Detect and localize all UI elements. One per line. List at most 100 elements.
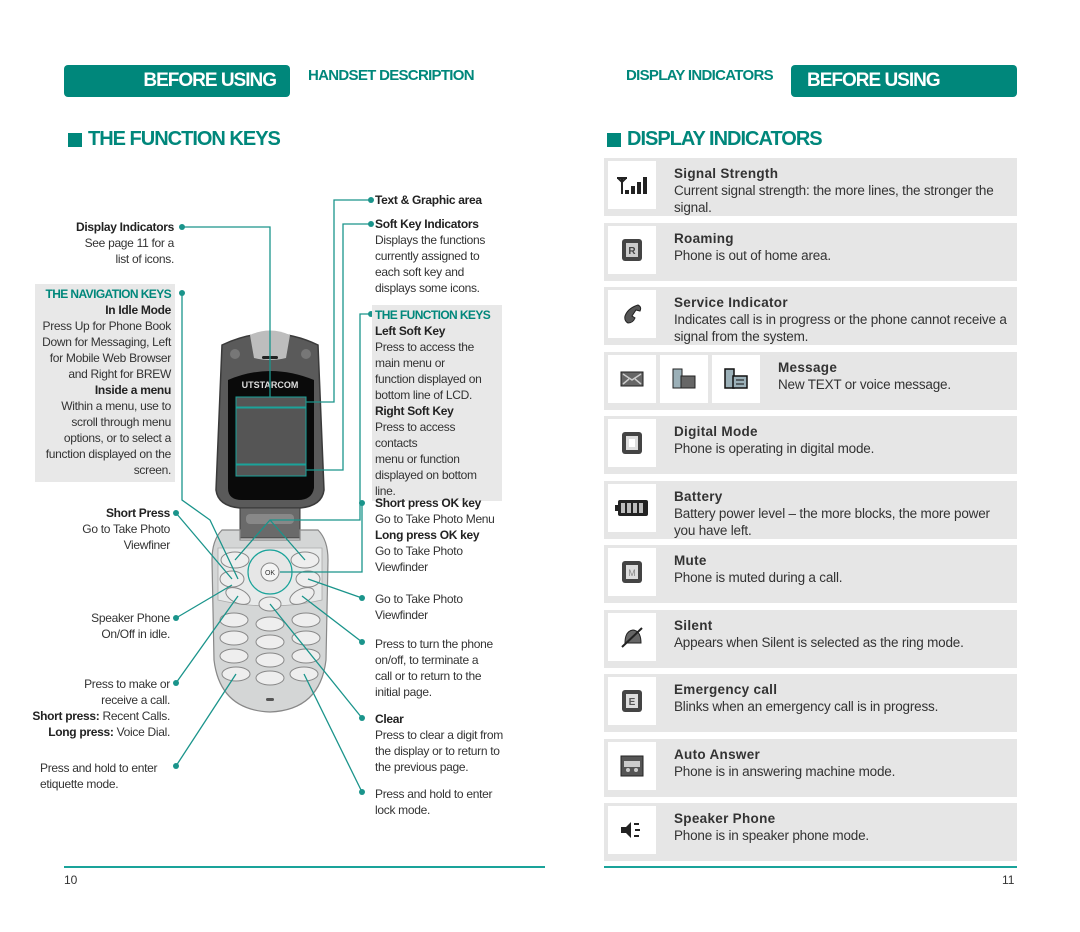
callout-line: Viewfinder [375, 608, 428, 622]
callout-line: Viewfinder [375, 560, 428, 574]
callout-line: Press to clear a digit from [375, 728, 503, 742]
callout-title: Text & Graphic area [375, 193, 482, 207]
indicator-list: Signal Strength Current signal strength: … [604, 158, 1017, 868]
indicator-desc: Phone is in speaker phone mode. [674, 828, 869, 843]
page-number-left: 10 [64, 873, 78, 887]
callout-title: Short press OK key [375, 496, 481, 510]
signal-strength-icon [608, 161, 656, 209]
indicator-title: Speaker Phone [674, 811, 776, 826]
callout-line: lock mode. [375, 803, 431, 817]
indicator-row: R Roaming Phone is out of home area. [604, 222, 1017, 281]
indicator-row: Service Indicator Indicates call is in pr… [604, 287, 1017, 345]
callout-line: Press and hold to enter [375, 787, 493, 801]
callout-line: Speaker Phone [91, 611, 170, 625]
indicator-title: Message [778, 359, 838, 375]
indicator-row: Silent Appears when Silent is selected as… [604, 609, 1017, 668]
svg-text:M: M [628, 568, 636, 578]
indicator-title: Silent [674, 617, 713, 633]
callout-clear-key: Clear Press to clear a digit from the di… [375, 711, 520, 775]
callout-short-press: Short Press Go to Take Photo Viewfiner [40, 505, 170, 553]
indicator-title: Digital Mode [674, 424, 758, 439]
callout-line: for Mobile Web Browser [49, 351, 172, 365]
callout-line: call or to return to the [375, 669, 482, 683]
callout-line: options, or to select a [63, 431, 171, 445]
callout-line: Viewfiner [123, 538, 171, 552]
roaming-icon: R [608, 225, 656, 274]
callout-line: scroll through menu [71, 415, 171, 429]
callout-line: list of icons. [115, 252, 175, 266]
callout-send-key: Press to make or receive a call. Short p… [20, 676, 170, 740]
callout-value: Recent Calls. [99, 709, 171, 723]
callout-speaker-phone: Speaker Phone On/Off in idle. [40, 610, 170, 642]
callout-title: Soft Key Indicators [375, 217, 479, 231]
callout-display-indicators: Display Indicators See page 11 for a lis… [40, 219, 174, 267]
callout-etiquette: Press and hold to enter etiquette mode. [40, 760, 170, 792]
indicator-row: Speaker Phone Phone is in speaker phone m… [604, 803, 1017, 861]
callout-line: main menu or [375, 356, 445, 370]
callout-line: Within a menu, use to [61, 399, 171, 413]
callout-line: the previous page. [375, 760, 469, 774]
callout-function-keys: THE FUNCTION KEYS Left Soft Key Press to… [372, 305, 502, 501]
indicator-title: Auto Answer [674, 746, 761, 762]
callout-line: Go to Take Photo [375, 592, 463, 606]
indicator-row: Digital Mode Phone is operating in digita… [604, 416, 1017, 474]
callout-subtitle: Inside a menu [94, 383, 171, 397]
callout-line: each soft key and [375, 265, 464, 279]
footer-rule-right [604, 866, 1017, 868]
indicator-row: Message New TEXT or voice message. [604, 351, 1017, 410]
callout-line: displays some icons. [375, 281, 480, 295]
callout-subtitle: Right Soft Key [375, 404, 454, 418]
callout-value: Voice Dial. [113, 725, 171, 739]
indicator-title: Emergency call [674, 682, 778, 697]
callout-line: displayed on bottom [375, 468, 477, 482]
indicator-row: Auto Answer Phone is in answering machine… [604, 738, 1017, 797]
callout-line: See page 11 for a [84, 236, 175, 250]
digital-mode-icon [608, 419, 656, 467]
callout-line: Displays the functions [375, 233, 486, 247]
indicator-desc: Indicates call is in progress or the pho… [674, 312, 1007, 344]
callout-line: receive a call. [101, 693, 170, 707]
callout-line: Press and hold to enter [40, 761, 158, 775]
indicator-row: E Emergency call Blinks when an emergency… [604, 674, 1017, 732]
indicator-row: M Mute Phone is muted during a call. [604, 545, 1017, 603]
callout-line: the display or to return to [375, 744, 500, 758]
callout-line: Press Up for Phone Book [42, 319, 171, 333]
indicator-title: Mute [674, 553, 707, 568]
indicator-desc: Battery power level – the more blocks, t… [674, 505, 990, 538]
callout-text-graphic-area: Text & Graphic area [375, 192, 482, 208]
callout-navigation-keys: THE NAVIGATION KEYS In Idle Mode Press U… [35, 284, 175, 482]
emergency-call-icon: E [608, 677, 656, 725]
callout-title: Long press OK key [375, 528, 480, 542]
callout-line: initial page. [375, 685, 432, 699]
callout-lock-key: Press and hold to enter lock mode. [375, 786, 515, 818]
mute-icon: M [608, 548, 656, 596]
callout-line: etiquette mode. [40, 777, 119, 791]
callout-label: Long press: [48, 725, 114, 739]
callout-subtitle: In Idle Mode [105, 303, 171, 317]
silent-icon [608, 612, 656, 661]
indicator-title: Battery [674, 488, 723, 504]
svg-text:R: R [628, 246, 636, 257]
callout-label: Short press: [32, 709, 100, 723]
indicator-desc: Blinks when an emergency call is in prog… [674, 699, 939, 714]
callout-ok-key: Short press OK key Go to Take Photo Menu… [375, 495, 510, 575]
indicator-desc: Appears when Silent is selected as the r… [674, 634, 964, 650]
callout-line: Press to turn the phone [375, 637, 493, 651]
callout-title: Short Press [105, 506, 170, 520]
callout-line: On/Off in idle. [101, 627, 170, 641]
callout-header: THE NAVIGATION KEYS [45, 287, 172, 301]
callout-camera-key: Go to Take Photo Viewfinder [375, 591, 510, 623]
callout-line: Press to access the [375, 340, 475, 354]
battery-icon [608, 483, 656, 532]
indicator-title: Signal Strength [674, 166, 779, 181]
callout-line: menu or function [375, 452, 460, 466]
callout-line: Press to access contacts [375, 420, 456, 450]
callout-title: Display Indicators [76, 220, 174, 234]
page-number-right: 11 [1002, 873, 1015, 887]
indicator-desc: Phone is muted during a call. [674, 570, 843, 585]
svg-text:E: E [629, 697, 636, 708]
callout-line: Go to Take Photo Menu [375, 512, 495, 526]
indicator-desc: New TEXT or voice message. [778, 376, 951, 392]
text-voice-message-icon [712, 354, 760, 403]
callout-line: Go to Take Photo [82, 522, 170, 536]
